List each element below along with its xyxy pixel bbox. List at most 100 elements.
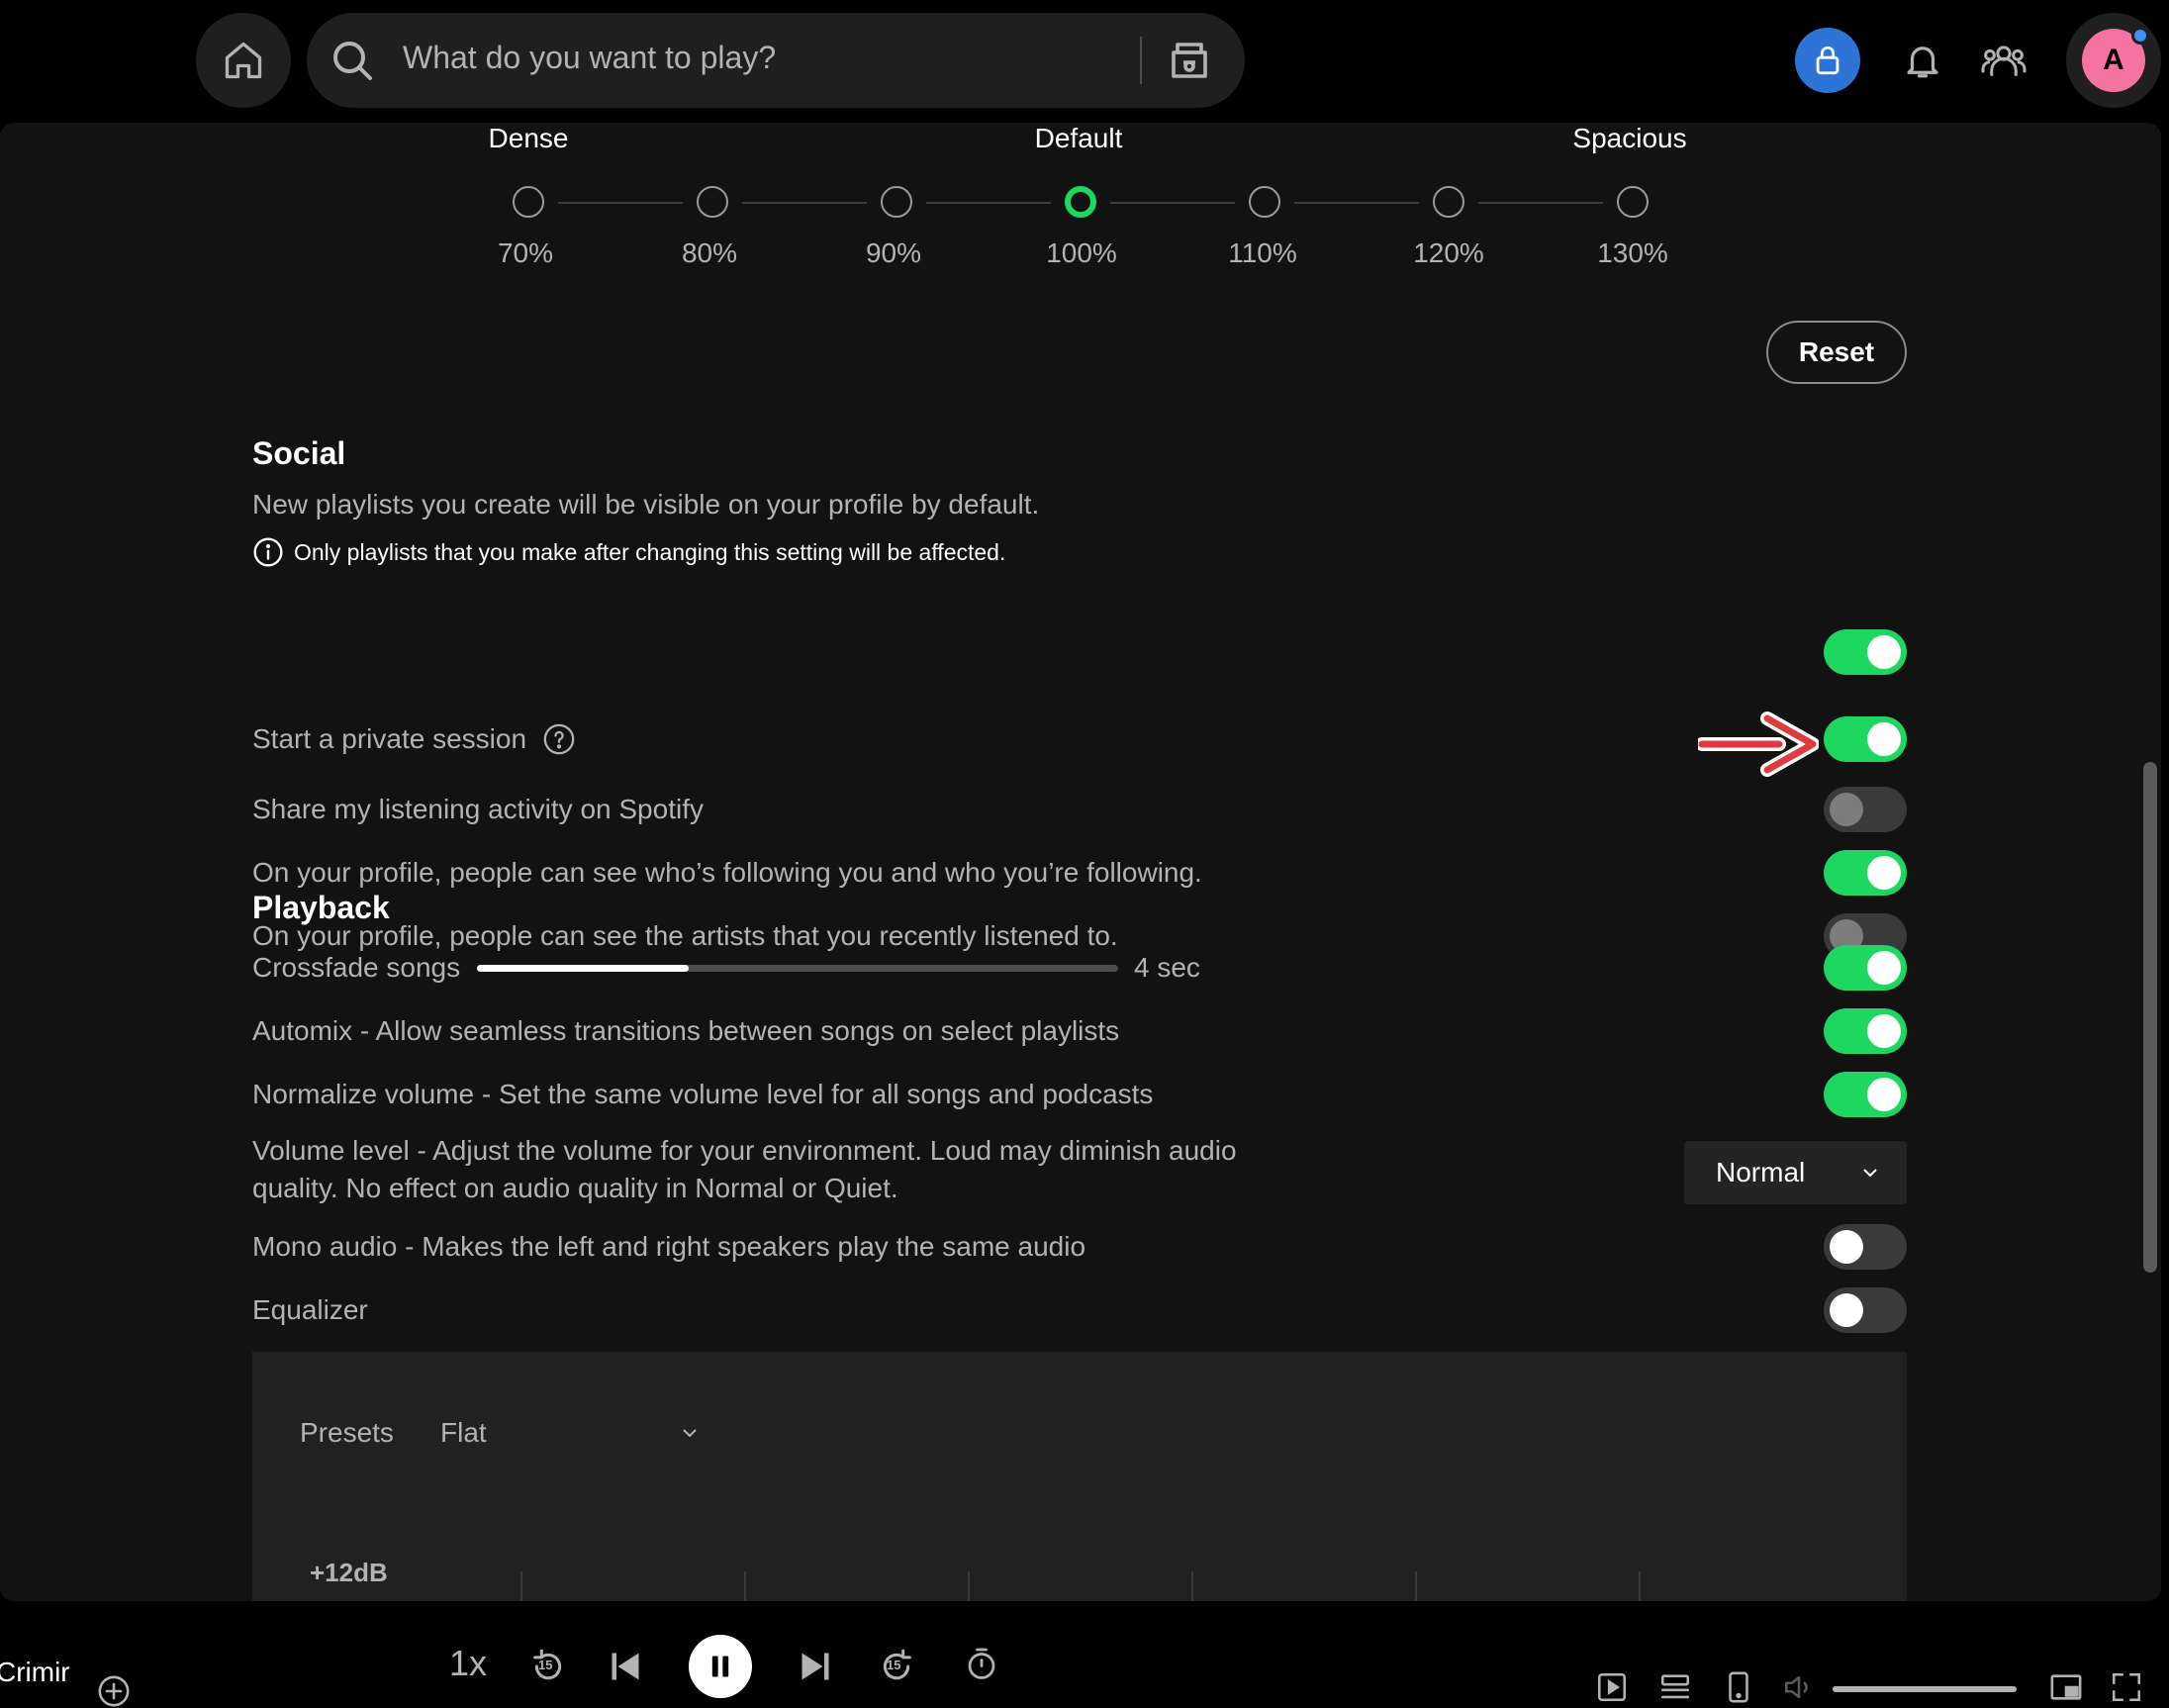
zoom-connector <box>1110 202 1235 204</box>
toggle-crossfade[interactable] <box>1824 945 1907 991</box>
search-icon <box>333 42 372 80</box>
equalizer-preset-dropdown[interactable]: Flat <box>440 1417 487 1449</box>
zoom-option-70[interactable] <box>513 186 544 218</box>
home-icon <box>225 42 262 79</box>
setting-label-normalize-volume: Normalize volume - Set the same volume l… <box>252 1079 1154 1109</box>
annotation-arrow <box>1698 712 1819 777</box>
toggle-equalizer[interactable] <box>1824 1287 1907 1333</box>
lock-icon <box>1816 46 1839 75</box>
toggle-mono-audio[interactable] <box>1824 1224 1907 1270</box>
lock-button[interactable] <box>1795 28 1860 93</box>
equalizer-band-tick <box>1639 1571 1641 1601</box>
crossfade-slider[interactable] <box>477 965 1118 972</box>
zoom-label: 120% <box>1413 237 1484 268</box>
zoom-option-130[interactable] <box>1617 186 1649 218</box>
toggle-normalize-volume[interactable] <box>1824 1072 1907 1117</box>
toggle-show-follows[interactable] <box>1824 850 1907 896</box>
skip-forward-button[interactable]: 15 <box>875 1645 918 1688</box>
zoom-connector <box>742 202 867 204</box>
zoom-label: 110% <box>1228 237 1297 268</box>
equalizer-band-tick <box>968 1571 970 1601</box>
toggle-knob <box>1867 635 1901 669</box>
zoom-option-100[interactable] <box>1065 186 1096 218</box>
zoom-option-90[interactable] <box>881 186 912 218</box>
toggle-knob <box>1830 793 1863 826</box>
setting-label-show-follows: On your profile, people can see who’s fo… <box>252 857 1202 888</box>
toggle-playlist-visibility[interactable] <box>1824 629 1907 675</box>
bell-icon[interactable] <box>1902 40 1943 81</box>
pause-icon <box>711 1656 729 1677</box>
setting-label-equalizer: Equalizer <box>252 1294 368 1325</box>
connect-device-icon[interactable] <box>1722 1670 1755 1704</box>
zoom-connector <box>1294 202 1419 204</box>
skip-back-seconds: 15 <box>538 1658 553 1672</box>
toggle-share-activity[interactable] <box>1824 787 1907 832</box>
zoom-option-120[interactable] <box>1433 186 1464 218</box>
zoom-option-110[interactable] <box>1249 186 1280 218</box>
volume-level-value: Normal <box>1716 1157 1806 1187</box>
now-playing-view-icon[interactable] <box>1595 1670 1629 1704</box>
volume-level-dropdown[interactable]: Normal <box>1684 1141 1907 1204</box>
zoom-heading-default: Default <box>1034 123 1123 153</box>
add-icon[interactable] <box>97 1674 131 1708</box>
browse-icon[interactable] <box>1166 37 1213 84</box>
queue-icon[interactable] <box>1658 1670 1692 1704</box>
previous-icon[interactable] <box>608 1649 643 1684</box>
equalizer-db-label: +12dB <box>310 1558 388 1587</box>
crossfade-slider-fill <box>477 965 689 972</box>
zoom-label: 70% <box>497 237 554 268</box>
fullscreen-icon[interactable] <box>2110 1670 2143 1704</box>
info-note-text: Only playlists that you make after chang… <box>294 538 1006 565</box>
setting-label-private-session: Start a private session <box>252 723 527 754</box>
skip-forward-seconds: 15 <box>887 1658 901 1672</box>
info-icon <box>253 537 283 567</box>
toggle-automix[interactable] <box>1824 1008 1907 1054</box>
equalizer-band-tick <box>744 1571 746 1601</box>
search-input[interactable]: What do you want to play? <box>403 40 776 76</box>
zoom-heading-spacious: Spacious <box>1572 123 1687 153</box>
toggle-knob <box>1830 1293 1863 1327</box>
equalizer-band-tick <box>1191 1571 1193 1601</box>
zoom-connector <box>926 202 1051 204</box>
zoom-label: 90% <box>865 237 922 268</box>
miniplayer-icon[interactable] <box>2048 1670 2084 1704</box>
toggle-knob <box>1830 1230 1863 1264</box>
equalizer-band-tick <box>520 1571 522 1601</box>
sleep-timer-icon[interactable] <box>964 1647 999 1682</box>
reset-button[interactable]: Reset <box>1766 321 1907 384</box>
zoom-connector <box>558 202 683 204</box>
setting-label-automix: Automix - Allow seamless transitions bet… <box>252 1015 1120 1046</box>
skip-back-button[interactable]: 15 <box>526 1645 570 1688</box>
top-bar: What do you want to play? A <box>0 0 2169 123</box>
chevron-down-icon[interactable] <box>678 1421 702 1445</box>
now-playing-title[interactable]: Crimir <box>0 1657 70 1688</box>
profile-button[interactable]: A <box>2066 13 2161 108</box>
next-icon[interactable] <box>798 1649 833 1684</box>
equalizer-panel: Presets Flat <box>252 1352 1907 1601</box>
section-title-playback: Playback <box>252 890 390 925</box>
main-scrollbar[interactable] <box>2143 762 2157 1273</box>
section-title-social: Social <box>252 435 346 471</box>
help-icon[interactable] <box>542 722 576 756</box>
zoom-label: 100% <box>1046 237 1117 268</box>
setting-row-private-session: Start a private session <box>252 722 576 756</box>
zoom-label: 130% <box>1597 237 1668 268</box>
pause-button[interactable] <box>689 1635 752 1698</box>
toggle-private-session[interactable] <box>1824 716 1907 762</box>
notification-dot <box>2131 27 2149 45</box>
zoom-label: 80% <box>681 237 738 268</box>
equalizer-presets-label: Presets <box>300 1417 394 1448</box>
toggle-knob <box>1867 856 1901 890</box>
chevron-down-icon <box>1863 1169 1877 1178</box>
crossfade-value: 4 sec <box>1134 952 1200 983</box>
volume-icon[interactable] <box>1781 1670 1817 1704</box>
home-button[interactable] <box>196 13 291 108</box>
volume-slider[interactable] <box>1833 1686 2017 1692</box>
zoom-option-80[interactable] <box>697 186 728 218</box>
settings-panel: Dense Default Spacious 70% 80% 90% 100% … <box>0 123 2161 1601</box>
friends-icon[interactable] <box>1981 40 2027 81</box>
search-bar[interactable]: What do you want to play? <box>307 13 1245 108</box>
player-bar: Crimir 1x 15 15 <box>0 1601 2169 1708</box>
playback-speed-button[interactable]: 1x <box>449 1643 487 1684</box>
toggle-knob <box>1867 951 1901 985</box>
